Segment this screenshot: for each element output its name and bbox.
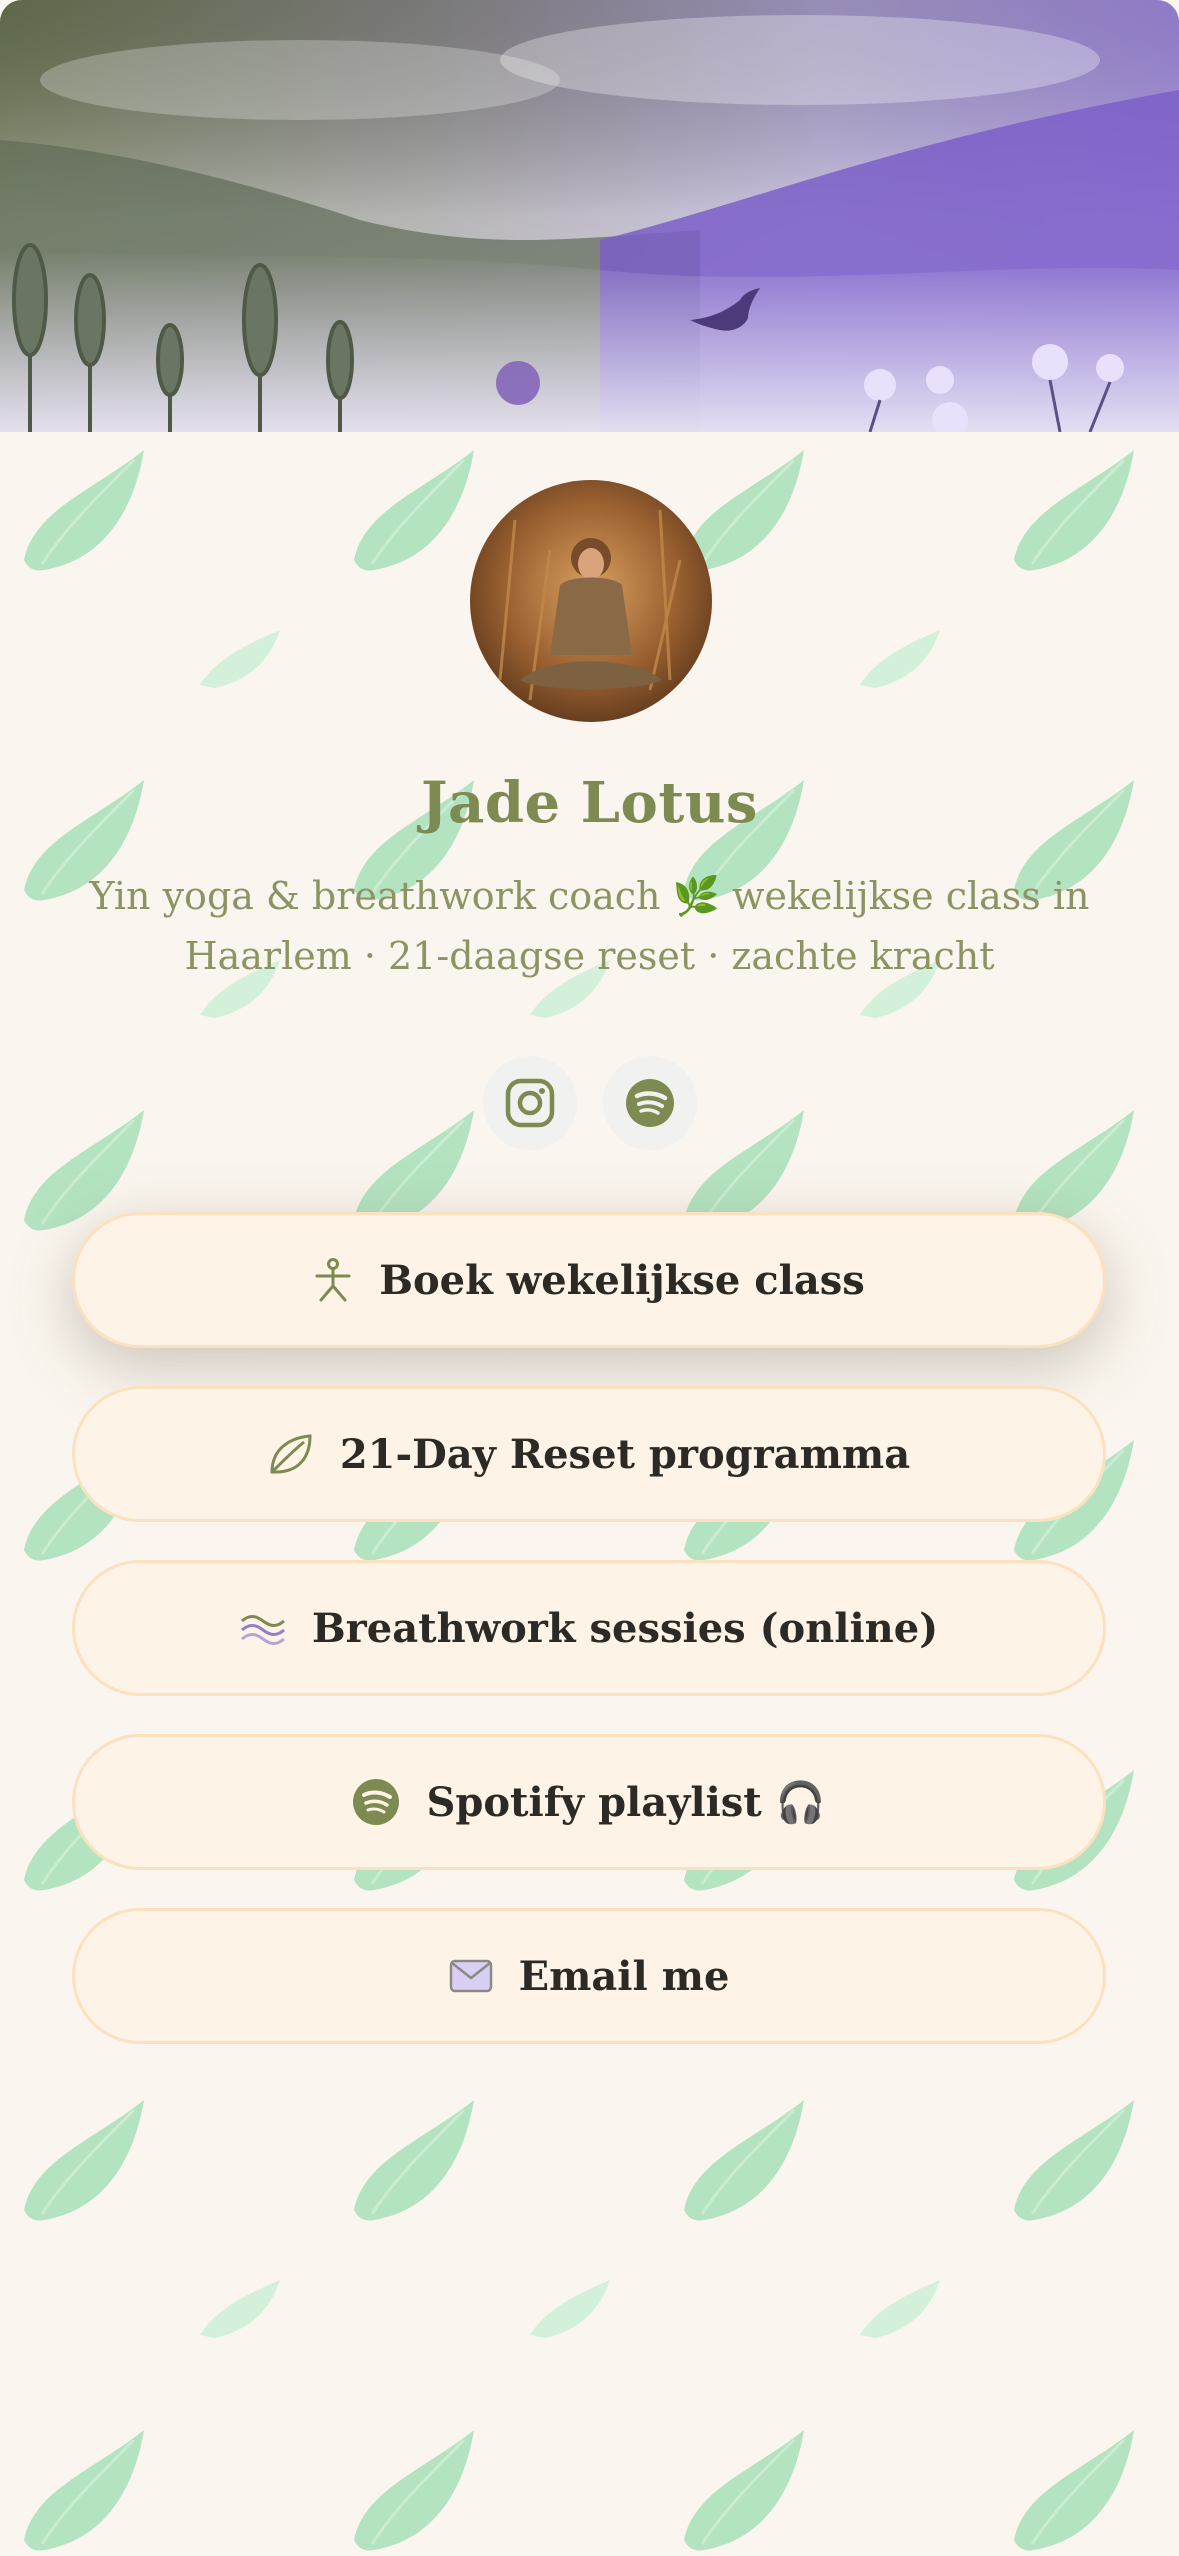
spotify-icon [352, 1778, 400, 1826]
link-label: 21-Day Reset programma [339, 1430, 911, 1478]
link-in-bio-page: Jade Lotus Yin yoga & breathwork coach 🌿… [0, 0, 1179, 2556]
profile-avatar [470, 480, 712, 722]
leaf-icon [268, 1432, 314, 1476]
envelope-icon [449, 1959, 493, 1993]
bio-line-2: Haarlem · 21-daagse reset · zachte krach… [184, 934, 995, 978]
instagram-button[interactable] [482, 1056, 577, 1150]
person-icon [313, 1258, 353, 1302]
header-banner-image [0, 0, 1179, 432]
link-button-spotify-playlist[interactable]: Spotify playlist 🎧 [72, 1734, 1106, 1870]
link-button-book-class[interactable]: Boek wekelijkse class [72, 1212, 1106, 1348]
social-icons-row [0, 1056, 1179, 1152]
waves-icon [240, 1611, 286, 1645]
link-label: Boek wekelijkse class [379, 1256, 865, 1304]
spotify-icon [625, 1079, 674, 1127]
link-label: Breathwork sessies (online) [311, 1604, 939, 1652]
link-label: Email me [518, 1952, 730, 2000]
instagram-icon [505, 1078, 554, 1128]
spotify-button[interactable] [602, 1056, 697, 1150]
link-button-reset-program[interactable]: 21-Day Reset programma [72, 1386, 1106, 1522]
link-label: Spotify playlist 🎧 [426, 1778, 826, 1826]
link-button-breathwork[interactable]: Breathwork sessies (online) [72, 1560, 1106, 1696]
profile-name: Jade Lotus [421, 770, 758, 836]
profile-bio: Yin yoga & breathwork coach 🌿 wekelijkse… [60, 866, 1119, 986]
link-button-email[interactable]: Email me [72, 1908, 1106, 2044]
bio-line-1: Yin yoga & breathwork coach 🌿 wekelijkse… [89, 874, 1090, 918]
